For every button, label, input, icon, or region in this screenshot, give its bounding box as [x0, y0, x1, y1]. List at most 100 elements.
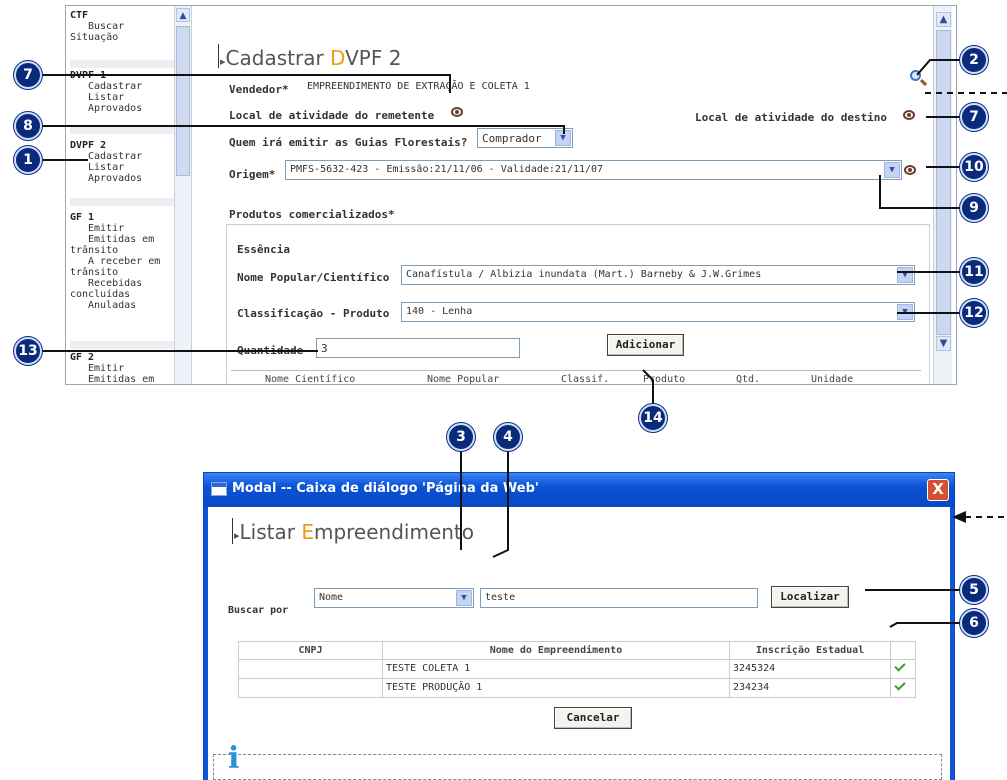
nav-group-gf2: GF 2 Emitir Emitidas em	[70, 352, 174, 384]
callout-badge-5: 5	[960, 576, 988, 604]
nome-cell: TESTE PRODUÇÃO 1	[383, 679, 730, 697]
nav-divider	[70, 198, 174, 206]
callout-badge-12: 12	[960, 299, 988, 327]
nav-divider	[70, 126, 174, 134]
sidebar-item-dvpf2-cadastrar[interactable]: Cadastrar	[70, 151, 174, 162]
emitir-label: Quem irá emitir as Guias Florestais?	[229, 136, 468, 149]
title-bar-mark	[218, 44, 219, 68]
modal-body: ▸Listar Empreendimento Buscar por Nome ▼…	[208, 507, 950, 780]
sidebar-item-dvpf2-listar[interactable]: Listar	[70, 162, 174, 173]
nav-divider	[70, 60, 174, 68]
scroll-down-icon[interactable]: ▼	[936, 336, 951, 351]
classificacao-select[interactable]: 140 - Lenha ▼	[401, 302, 915, 322]
nav-group-gf1: GF 1 Emitir Emitidas em trânsito A receb…	[70, 212, 174, 311]
emitir-select[interactable]: Comprador ▼	[477, 128, 573, 148]
cancelar-button[interactable]: Cancelar	[554, 707, 632, 729]
main-browser-frame: CTF Buscar Situação DVPF 1 Cadastrar Lis…	[65, 5, 957, 385]
callout-badge-7a: 7	[14, 61, 42, 89]
classificacao-label: Classificação - Produto	[237, 307, 390, 320]
sidebar-item-dvpf1-aprovados[interactable]: Aprovados	[70, 103, 174, 114]
produtos-table-header: Nome Científico Nome Popular Classif. Pr…	[231, 370, 921, 384]
sidebar-item-gf2-emitir[interactable]: Emitir	[70, 363, 174, 374]
content-scrollbar[interactable]: ▲ ▼	[933, 6, 952, 384]
callout-badge-8: 8	[14, 112, 42, 140]
table-row[interactable]: TESTE COLETA 1 3245324	[238, 660, 916, 679]
chevron-down-icon[interactable]: ▼	[555, 130, 571, 146]
inscricao-cell: 234234	[730, 679, 891, 697]
nome-cell: TESTE COLETA 1	[383, 660, 730, 678]
nome-label: Nome Popular/Científico	[237, 271, 390, 284]
search-input[interactable]: teste	[480, 588, 758, 608]
info-message-area	[213, 754, 942, 780]
callout-badge-9: 9	[960, 194, 988, 222]
produtos-label: Produtos comercializados*	[229, 208, 395, 221]
nav-group-title: GF 1	[70, 212, 95, 223]
scrollbar-thumb[interactable]	[936, 30, 951, 335]
sidebar-item-gf1-recebidas[interactable]: Recebidas concluídas	[70, 278, 174, 300]
buscar-label: Buscar por	[228, 605, 289, 616]
sidebar-scrollbar[interactable]: ▲	[174, 6, 191, 384]
vendedor-label: Vendedor*	[229, 83, 289, 96]
nav-group-title: DVPF 1	[70, 70, 107, 81]
nav-group-title: DVPF 2	[70, 140, 107, 151]
header-nome: Nome do Empreendimento	[383, 642, 730, 660]
modal-window-title: Modal -- Caixa de diálogo 'Página da Web…	[232, 481, 539, 496]
callout-badge-6: 6	[960, 609, 988, 637]
window-icon	[211, 482, 227, 496]
sidebar-menu: CTF Buscar Situação DVPF 1 Cadastrar Lis…	[66, 6, 191, 384]
content-area: ▸Cadastrar DVPF 2 Vendedor* EMPREENDIMEN…	[191, 6, 956, 384]
sidebar-item-dvpf1-cadastrar[interactable]: Cadastrar	[70, 81, 174, 92]
modal-dialog: Modal -- Caixa de diálogo 'Página da Web…	[203, 472, 955, 780]
nav-group-title: GF 2	[70, 352, 95, 363]
nav-divider	[70, 341, 174, 349]
nav-group-ctf: CTF Buscar Situação	[70, 10, 174, 43]
header-cnpj: CNPJ	[239, 642, 383, 660]
quantidade-input[interactable]: 3	[316, 338, 520, 358]
callout-badge-13: 13	[14, 337, 42, 365]
modal-titlebar[interactable]: Modal -- Caixa de diálogo 'Página da Web…	[204, 473, 954, 507]
chevron-down-icon[interactable]: ▼	[456, 590, 472, 606]
adicionar-button[interactable]: Adicionar	[607, 334, 684, 356]
local-destino-label: Local de atividade do destino	[695, 111, 888, 124]
nome-select[interactable]: Canafístula / Albizia inundata (Mart.) B…	[401, 265, 915, 285]
scroll-up-icon[interactable]: ▲	[176, 8, 190, 22]
origem-label: Origem*	[229, 168, 276, 181]
sidebar-item-dvpf1-listar[interactable]: Listar	[70, 92, 174, 103]
localizar-button[interactable]: Localizar	[771, 586, 849, 608]
sidebar-item-buscar-situacao[interactable]: Buscar Situação	[70, 21, 174, 43]
select-check-icon[interactable]	[894, 679, 906, 691]
scroll-up-icon[interactable]: ▲	[936, 12, 951, 27]
callout-badge-2: 2	[960, 46, 988, 74]
page-title: ▸Cadastrar DVPF 2	[220, 46, 402, 70]
callout-badge-11: 11	[960, 258, 988, 286]
view-origem-icon[interactable]	[904, 165, 916, 175]
nav-group-title: CTF	[70, 10, 89, 21]
buscar-select[interactable]: Nome ▼	[314, 588, 474, 608]
sidebar-item-gf1-emitir[interactable]: Emitir	[70, 223, 174, 234]
callout-badge-4: 4	[494, 423, 522, 451]
callout-badge-1: 1	[14, 146, 42, 174]
view-remetente-icon[interactable]	[451, 107, 463, 117]
sidebar-item-gf1-emitidas[interactable]: Emitidas em trânsito	[70, 234, 174, 256]
chevron-down-icon[interactable]: ▼	[884, 162, 900, 178]
select-check-icon[interactable]	[894, 660, 906, 672]
produtos-panel: Essência Nome Popular/Científico Canafís…	[226, 224, 930, 384]
local-remetente-label: Local de atividade do remetente	[229, 109, 435, 122]
callout-badge-3: 3	[447, 423, 475, 451]
info-icon: i	[228, 741, 240, 776]
view-destino-icon[interactable]	[903, 110, 915, 120]
origem-select[interactable]: PMFS-5632-423 - Emissão:21/11/06 - Valid…	[285, 160, 902, 180]
quantidade-label: Quantidade	[237, 344, 304, 357]
header-inscricao: Inscrição Estadual	[730, 642, 891, 660]
search-icon[interactable]	[908, 68, 930, 90]
callout-badge-7b: 7	[960, 103, 988, 131]
sidebar-item-gf2-emitidas[interactable]: Emitidas em	[70, 374, 174, 384]
sidebar-item-gf1-anuladas[interactable]: Anuladas	[70, 300, 174, 311]
sidebar-item-dvpf2-aprovados[interactable]: Aprovados	[70, 173, 174, 184]
close-button[interactable]: X	[927, 479, 949, 501]
chevron-down-icon[interactable]: ▼	[897, 304, 913, 320]
table-row[interactable]: TESTE PRODUÇÃO 1 234234	[238, 679, 916, 698]
sidebar-item-gf1-a-receber[interactable]: A receber em trânsito	[70, 256, 174, 278]
scrollbar-thumb[interactable]	[176, 26, 190, 176]
chevron-down-icon[interactable]: ▼	[897, 267, 913, 283]
